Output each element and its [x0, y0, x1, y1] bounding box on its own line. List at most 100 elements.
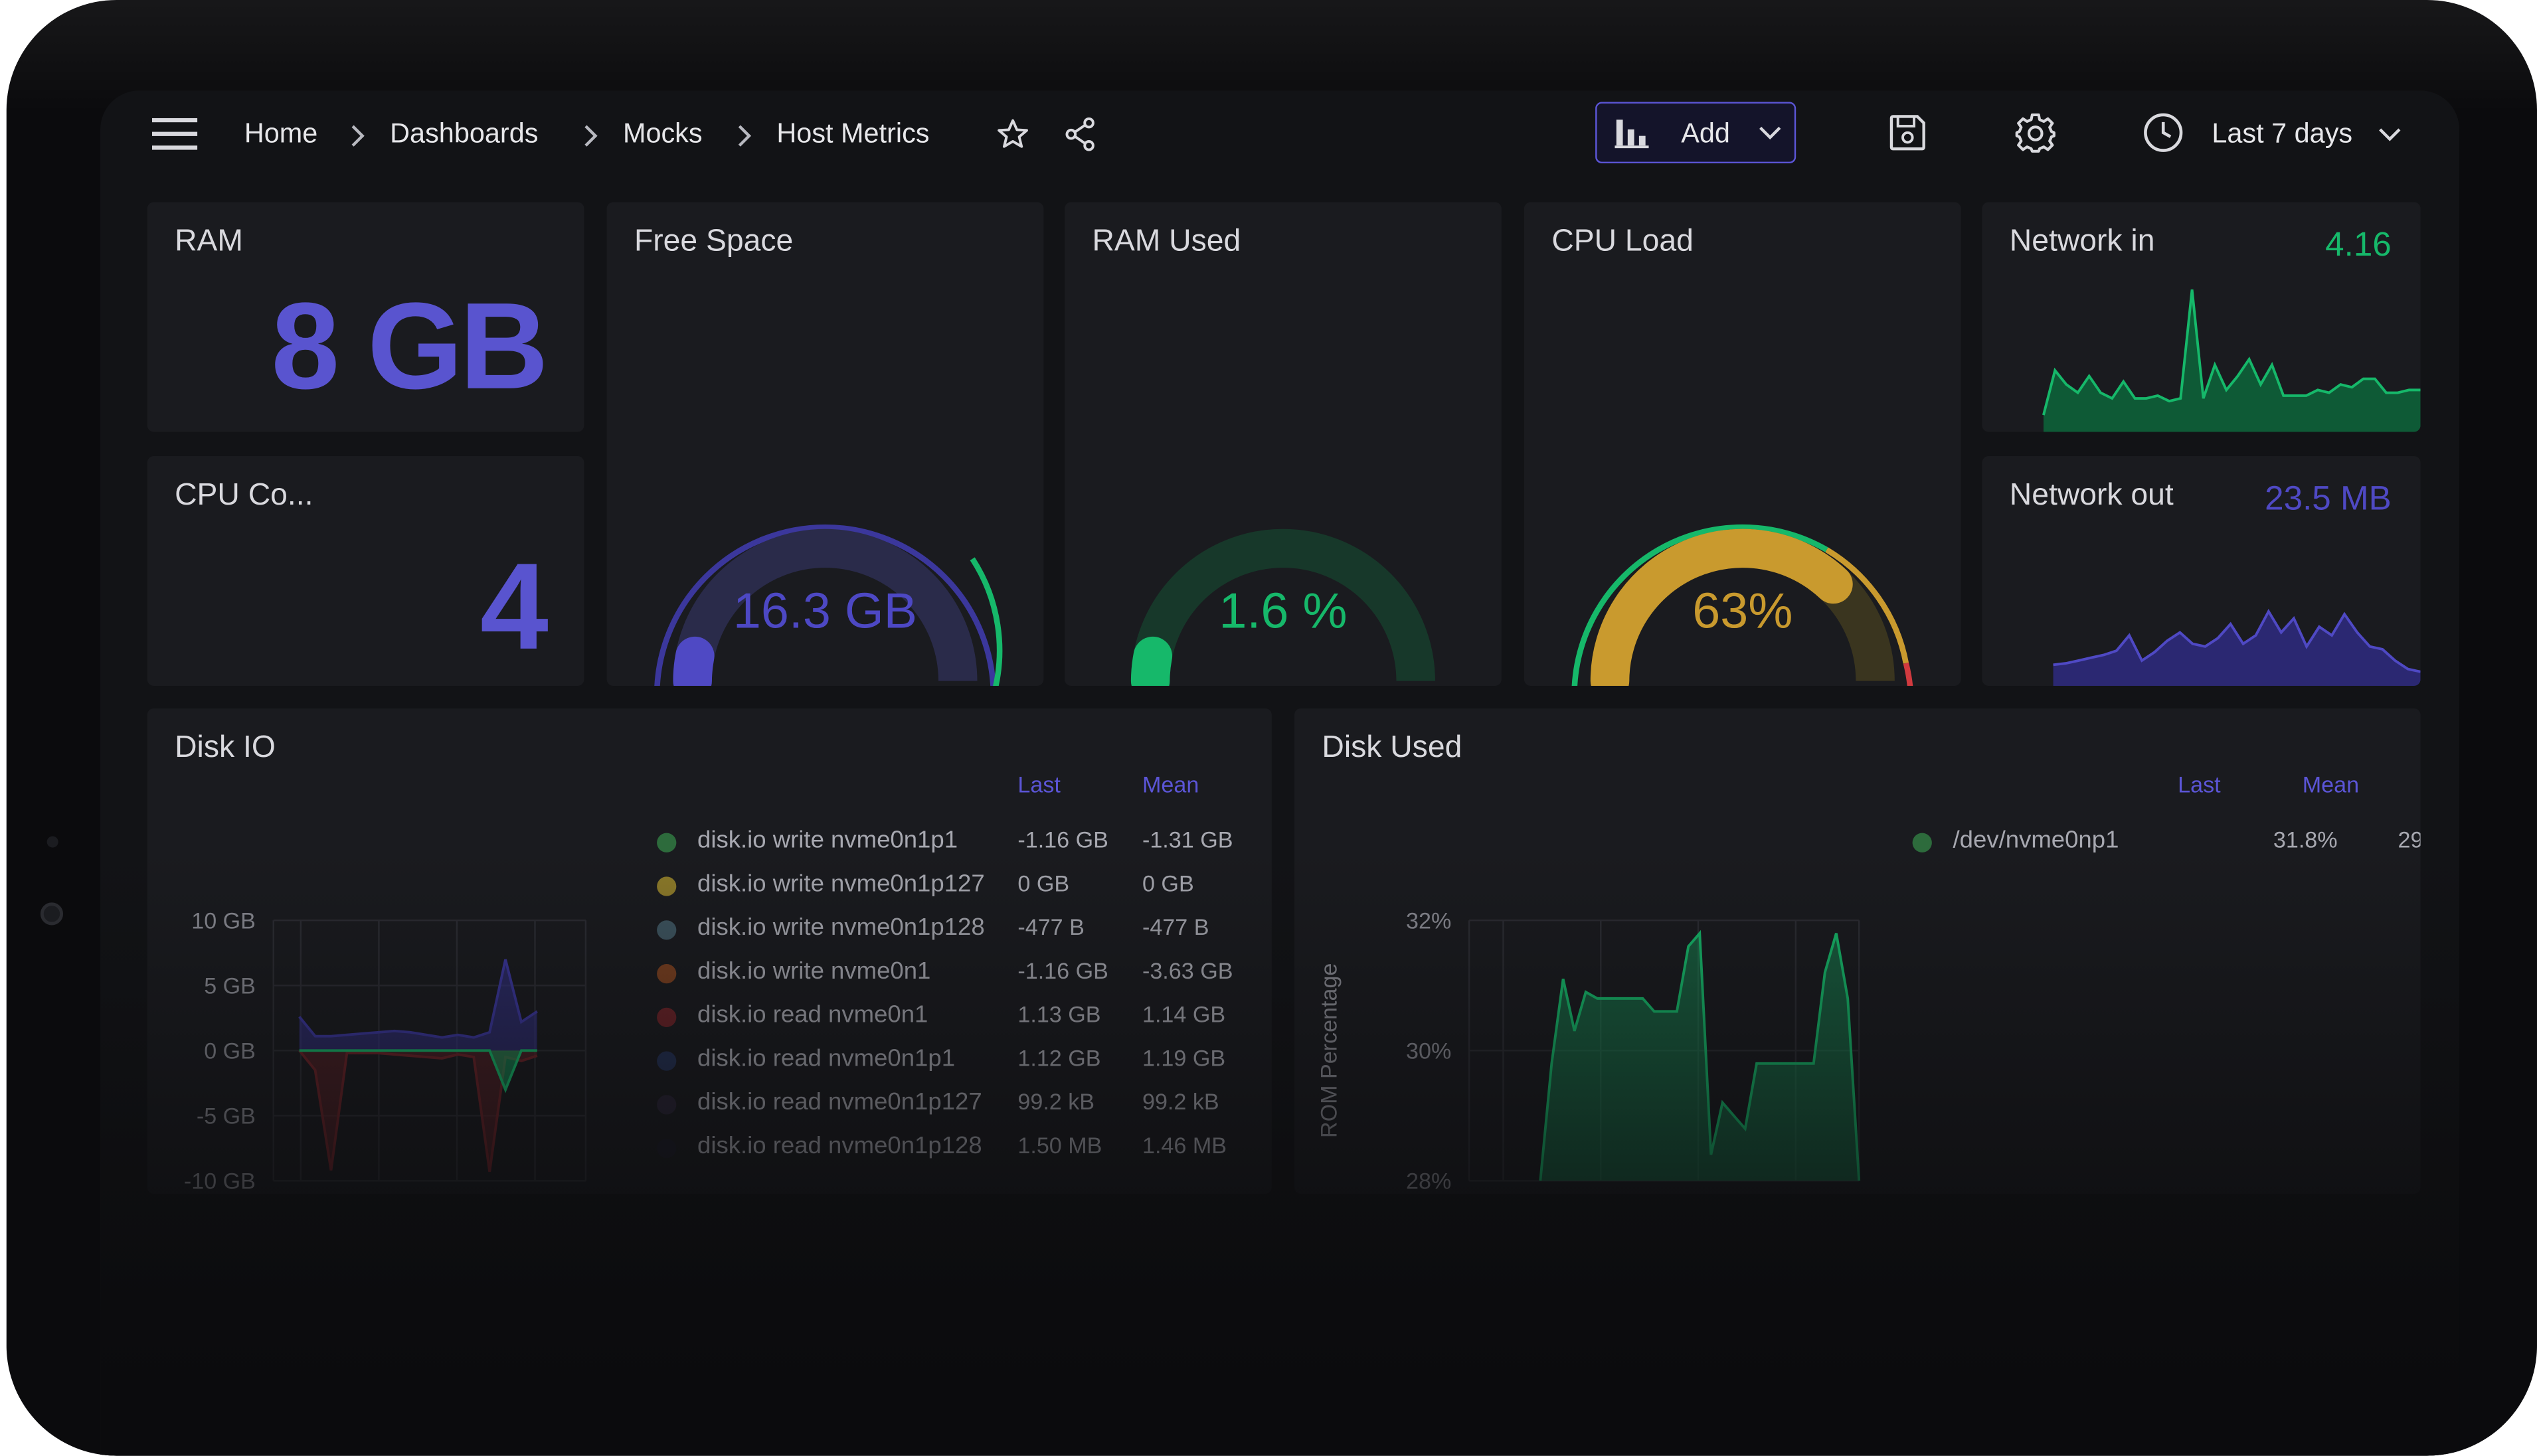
stat-value: 8 GB	[271, 278, 549, 416]
bar-chart-icon	[1615, 116, 1650, 149]
chevron-right-icon	[351, 125, 366, 147]
legend-item[interactable]: disk.io write nvme0n1 -1.16 GB -3.63 GB	[657, 957, 1272, 990]
legend-item[interactable]: disk.io write nvme0n1p127 0 GB 0 GB	[657, 870, 1272, 903]
breadcrumb-dashboards[interactable]: Dashboards	[390, 118, 538, 151]
legend-mean-value: -1.31 GB	[1142, 826, 1233, 852]
chevron-down-icon	[1759, 126, 1781, 141]
legend-last-value: 0 GB	[1017, 870, 1070, 896]
legend-last-value: 1.50 MB	[1017, 1132, 1102, 1159]
panel-free-space[interactable]: Free Space 16.3 GB	[606, 202, 1044, 686]
star-icon[interactable]	[997, 118, 1029, 151]
stat-value: 4	[480, 538, 549, 677]
y-axis-label: ROM Percentage	[1316, 963, 1342, 1138]
panel-network-out[interactable]: Network out 23.5 MB	[1982, 456, 2421, 686]
legend-last-value: 31.8%	[2273, 826, 2338, 852]
sparkline-network-out	[2053, 608, 2421, 686]
panel-disk-io[interactable]: Disk IO Last Mean 10 GB 5 GB 0 GB -5 GB -10 …	[147, 708, 1272, 1194]
legend-header-mean: Mean	[2302, 771, 2360, 798]
legend-series-name: disk.io read nvme0n1p128	[697, 1132, 982, 1160]
clock-icon[interactable]	[2143, 112, 2184, 153]
y-tick-label: -5 GB	[197, 1104, 256, 1129]
chevron-right-icon	[738, 125, 752, 147]
y-tick-label: 10 GB	[191, 908, 256, 933]
legend-series-name: disk.io read nvme0n1p127	[697, 1088, 982, 1116]
legend-series-name: disk.io write nvme0n1p127	[697, 870, 985, 898]
gauge-outer-red	[1903, 662, 1913, 686]
legend-last-value: 1.13 GB	[1017, 1001, 1101, 1027]
panel-title: RAM Used	[1092, 224, 1241, 259]
gauge-fill	[1130, 636, 1173, 686]
legend-mean-value: 29.4%	[2398, 826, 2420, 852]
sparkline-area	[2043, 289, 2421, 432]
time-range-picker[interactable]: Last 7 days	[2212, 118, 2352, 151]
legend-item[interactable]: disk.io read nvme0n1p127 99.2 kB 99.2 kB	[657, 1089, 1272, 1121]
panel-cpu-cores[interactable]: CPU Co... 4	[147, 456, 584, 686]
legend-mean-value: -477 B	[1142, 914, 1209, 940]
legend-item[interactable]: disk.io write nvme0n1p1 -1.16 GB -1.31 GB	[657, 827, 1272, 859]
y-tick-label: 28%	[1406, 1169, 1451, 1194]
gear-icon[interactable]	[2014, 112, 2056, 153]
panel-network-in[interactable]: Network in 4.16	[1982, 202, 2421, 432]
gauge-value: 63%	[1692, 582, 1793, 639]
y-tick-label: -10 GB	[184, 1169, 256, 1194]
legend-item[interactable]: disk.io read nvme0n1p1 1.12 GB 1.19 GB	[657, 1045, 1272, 1078]
panel-cpu-load[interactable]: CPU Load 63%	[1524, 202, 1961, 686]
legend-series-name: disk.io read nvme0n1	[697, 1001, 928, 1029]
breadcrumb-host-metrics: Host Metrics	[776, 118, 930, 149]
legend-series-name: disk.io write nvme0n1p1	[697, 826, 958, 854]
legend-mean-value: -3.63 GB	[1142, 957, 1233, 984]
legend-last-value: -1.16 GB	[1017, 957, 1108, 984]
menu-icon[interactable]	[152, 118, 198, 151]
series-area	[1540, 933, 1860, 1181]
save-icon[interactable]	[1888, 114, 1927, 152]
top-toolbar: Home Dashboards Mocks Host Metrics Add L…	[100, 90, 2459, 181]
panel-title: Free Space	[634, 224, 794, 259]
legend-color-swatch	[1912, 833, 1932, 852]
y-tick-label: 5 GB	[204, 973, 256, 999]
dashboard-screen: Home Dashboards Mocks Host Metrics Add L…	[100, 90, 2460, 1456]
breadcrumb-home[interactable]: Home	[244, 118, 318, 151]
add-button-label: Add	[1681, 118, 1730, 149]
legend-color-swatch	[657, 1139, 677, 1159]
chevron-down-icon[interactable]	[2378, 127, 2401, 142]
device-mockup: Home Dashboards Mocks Host Metrics Add L…	[0, 0, 2537, 1456]
panel-title: RAM	[175, 224, 244, 259]
panel-title: CPU Load	[1551, 224, 1694, 259]
legend-last-value: 99.2 kB	[1017, 1088, 1095, 1115]
share-icon[interactable]	[1065, 116, 1097, 152]
legend-item[interactable]: disk.io write nvme0n1p128 -477 B -477 B	[657, 914, 1272, 946]
legend-color-swatch	[657, 963, 677, 984]
y-tick-label: 32%	[1406, 908, 1451, 933]
legend-color-swatch	[657, 1095, 677, 1115]
legend-item[interactable]: disk.io read nvme0n1 1.13 GB 1.14 GB	[657, 1001, 1272, 1034]
legend-color-swatch	[657, 876, 677, 896]
camera-dot	[46, 836, 58, 848]
add-button[interactable]: Add	[1595, 102, 1796, 164]
legend-mean-value: 1.19 GB	[1142, 1044, 1226, 1071]
panel-disk-used[interactable]: Disk Used Last Mean 32%30%28%01/0701/090…	[1294, 708, 2421, 1194]
legend-mean-value: 1.14 GB	[1142, 1001, 1226, 1027]
breadcrumb-mocks[interactable]: Mocks	[623, 118, 703, 151]
legend-item[interactable]: disk.io read nvme0n1p128 1.50 MB 1.46 MB	[657, 1132, 1272, 1165]
legend-last-value: -477 B	[1017, 914, 1085, 940]
chevron-right-icon	[584, 125, 598, 147]
legend-mean-value: 99.2 kB	[1142, 1088, 1219, 1115]
gauge-value: 1.6 %	[1219, 582, 1348, 639]
legend-color-swatch	[657, 1007, 677, 1027]
legend-last-value: -1.16 GB	[1017, 826, 1108, 852]
legend-color-swatch	[657, 833, 677, 852]
gauge-fill	[673, 636, 715, 686]
legend-header-mean: Mean	[1142, 771, 1199, 798]
legend-series-name: /dev/nvme0np1	[1953, 826, 2119, 854]
panel-ram[interactable]: RAM 8 GB	[147, 202, 584, 432]
tablet-frame: Home Dashboards Mocks Host Metrics Add L…	[6, 0, 2537, 1456]
chart-disk-io: 10 GB5 GB0 GB-5 GB-10 GB01/0701/0901/110…	[184, 908, 587, 1194]
legend-header-last: Last	[1017, 771, 1061, 798]
panel-ram-used[interactable]: RAM Used 1.6 %	[1065, 202, 1502, 686]
panel-title: CPU Co...	[175, 479, 313, 513]
sensor-icon	[40, 902, 64, 926]
legend-item[interactable]: /dev/nvme0np1 31.8% 29.4%	[1912, 826, 2421, 859]
legend-series-name: disk.io read nvme0n1p1	[697, 1044, 956, 1073]
y-tick-label: 30%	[1406, 1039, 1451, 1064]
legend-header-last: Last	[2178, 771, 2221, 798]
